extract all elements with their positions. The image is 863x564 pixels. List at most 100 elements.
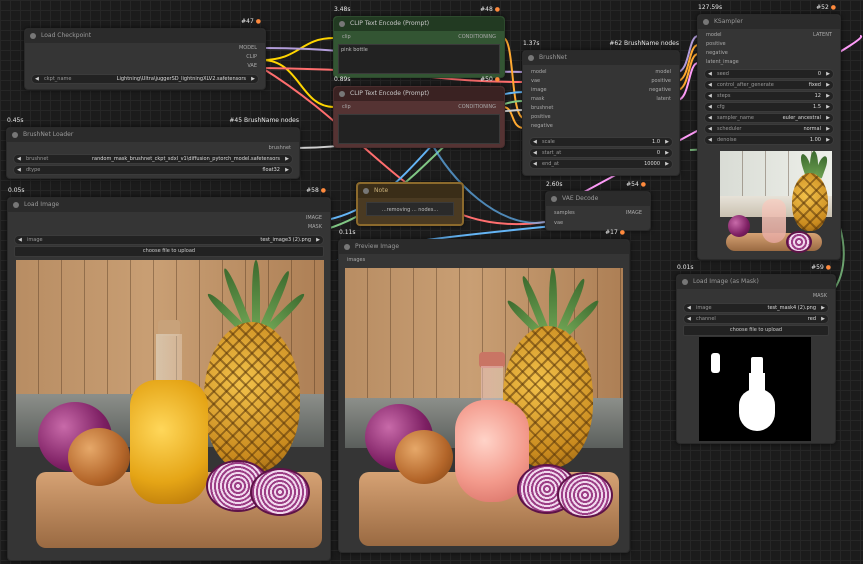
node-header[interactable]: BrushNet Loader bbox=[7, 128, 299, 142]
arrow-right-icon[interactable]: ▶ bbox=[251, 75, 255, 83]
input-mask[interactable]: mask bbox=[531, 96, 544, 102]
arrow-right-icon[interactable]: ▶ bbox=[821, 304, 825, 312]
input-images[interactable]: images bbox=[347, 257, 365, 263]
arrow-left-icon[interactable]: ◀ bbox=[17, 155, 21, 163]
arrow-right-icon[interactable]: ▶ bbox=[316, 236, 320, 244]
channel-combo[interactable]: ◀ channel red ▶ bbox=[683, 314, 829, 324]
upload-button[interactable]: choose file to upload bbox=[683, 325, 829, 336]
arrow-left-icon[interactable]: ◀ bbox=[687, 315, 691, 323]
input-negative[interactable]: negative bbox=[531, 123, 553, 129]
output-latent[interactable]: latent bbox=[656, 96, 671, 102]
start-at-number[interactable]: ◀ start_at 0 ▶ bbox=[529, 148, 673, 158]
arrow-right-icon[interactable]: ▶ bbox=[665, 138, 669, 146]
arrow-right-icon[interactable]: ▶ bbox=[826, 136, 830, 144]
seed-number[interactable]: ◀ seed 0 ▶ bbox=[704, 69, 834, 79]
input-model[interactable]: model bbox=[706, 32, 722, 38]
input-model[interactable]: model bbox=[531, 69, 547, 75]
node-header[interactable]: Load Image bbox=[8, 198, 330, 212]
output-mask[interactable]: MASK bbox=[813, 293, 827, 299]
arrow-right-icon[interactable]: ▶ bbox=[826, 70, 830, 78]
output-model[interactable]: model bbox=[655, 69, 671, 75]
node-header[interactable]: BrushNet bbox=[523, 51, 679, 65]
collapse-dot-icon[interactable] bbox=[703, 19, 709, 25]
collapse-dot-icon[interactable] bbox=[30, 33, 36, 39]
brushnet-model-combo[interactable]: ◀ brushnet random_mask_brushnet_ckpt_sdxl_… bbox=[13, 154, 293, 164]
output-conditioning[interactable]: CONDITIONING bbox=[458, 34, 496, 40]
input-negative[interactable]: negative bbox=[706, 50, 728, 56]
denoise-number[interactable]: ◀ denoise 1.00 ▶ bbox=[704, 135, 834, 145]
input-samples[interactable]: samples bbox=[554, 210, 575, 216]
arrow-left-icon[interactable]: ◀ bbox=[533, 138, 537, 146]
output-latent[interactable]: LATENT bbox=[813, 32, 832, 38]
arrow-left-icon[interactable]: ◀ bbox=[533, 160, 537, 168]
node-vae-decode[interactable]: VAE Decode 2.60s #54 ● samples vae IMAGE bbox=[545, 181, 651, 231]
collapse-dot-icon[interactable] bbox=[344, 244, 350, 250]
arrow-right-icon[interactable]: ▶ bbox=[285, 155, 289, 163]
node-header[interactable]: Load Checkpoint bbox=[25, 29, 265, 43]
arrow-left-icon[interactable]: ◀ bbox=[18, 236, 22, 244]
note-text[interactable]: ...removing ... nodes... bbox=[366, 202, 454, 216]
node-header[interactable]: CLIP Text Encode (Prompt) bbox=[334, 17, 504, 31]
arrow-left-icon[interactable]: ◀ bbox=[708, 70, 712, 78]
cfg-number[interactable]: ◀ cfg 1.5 ▶ bbox=[704, 102, 834, 112]
output-conditioning[interactable]: CONDITIONING bbox=[458, 104, 496, 110]
node-header[interactable]: Note bbox=[358, 184, 462, 198]
input-positive[interactable]: positive bbox=[706, 41, 726, 47]
input-clip[interactable]: clip bbox=[342, 104, 351, 110]
image-file-combo[interactable]: ◀ image test_image3 (2).png ▶ bbox=[14, 235, 324, 245]
input-brushnet[interactable]: brushnet bbox=[531, 105, 553, 111]
scheduler-combo[interactable]: ◀ scheduler normal ▶ bbox=[704, 124, 834, 134]
arrow-right-icon[interactable]: ▶ bbox=[826, 125, 830, 133]
input-positive[interactable]: positive bbox=[531, 114, 551, 120]
arrow-left-icon[interactable]: ◀ bbox=[708, 81, 712, 89]
prompt-textarea[interactable]: pink bottle bbox=[338, 44, 500, 74]
collapse-dot-icon[interactable] bbox=[363, 188, 369, 194]
arrow-right-icon[interactable]: ▶ bbox=[821, 315, 825, 323]
collapse-dot-icon[interactable] bbox=[12, 132, 18, 138]
arrow-right-icon[interactable]: ▶ bbox=[826, 114, 830, 122]
output-mask[interactable]: MASK bbox=[308, 224, 322, 230]
scale-number[interactable]: ◀ scale 1.0 ▶ bbox=[529, 137, 673, 147]
arrow-right-icon[interactable]: ▶ bbox=[665, 160, 669, 168]
sampler-name-combo[interactable]: ◀ sampler_name euler_ancestral ▶ bbox=[704, 113, 834, 123]
collapse-dot-icon[interactable] bbox=[551, 196, 557, 202]
node-header[interactable]: Preview Image bbox=[339, 240, 629, 254]
node-clip-text-negative[interactable]: CLIP Text Encode (Prompt) 0.89s #50 ● cl… bbox=[333, 76, 505, 148]
node-load-checkpoint[interactable]: Load Checkpoint #47 ● MODEL CLIP VAE ◀ c… bbox=[24, 18, 266, 90]
collapse-dot-icon[interactable] bbox=[339, 21, 345, 27]
node-load-image-mask[interactable]: Load Image (as Mask) 0.01s #59 ● MASK ◀ i… bbox=[676, 264, 836, 444]
dtype-combo[interactable]: ◀ dtype float32 ▶ bbox=[13, 165, 293, 175]
arrow-left-icon[interactable]: ◀ bbox=[708, 136, 712, 144]
input-vae[interactable]: vae bbox=[554, 220, 563, 226]
collapse-dot-icon[interactable] bbox=[339, 91, 345, 97]
arrow-right-icon[interactable]: ▶ bbox=[285, 166, 289, 174]
input-image[interactable]: image bbox=[531, 87, 547, 93]
output-clip[interactable]: CLIP bbox=[246, 54, 257, 60]
arrow-right-icon[interactable]: ▶ bbox=[826, 81, 830, 89]
output-brushnet[interactable]: brushnet bbox=[269, 145, 291, 151]
output-image[interactable]: IMAGE bbox=[306, 215, 322, 221]
prompt-textarea[interactable] bbox=[338, 114, 500, 144]
mask-image-combo[interactable]: ◀ image test_mask4 (2).png ▶ bbox=[683, 303, 829, 313]
node-header[interactable]: Load Image (as Mask) bbox=[677, 275, 835, 289]
node-note[interactable]: Note ...removing ... nodes... bbox=[356, 182, 464, 226]
arrow-right-icon[interactable]: ▶ bbox=[826, 92, 830, 100]
output-negative[interactable]: negative bbox=[649, 87, 671, 93]
node-header[interactable]: CLIP Text Encode (Prompt) bbox=[334, 87, 504, 101]
output-image[interactable]: IMAGE bbox=[626, 210, 642, 216]
arrow-left-icon[interactable]: ◀ bbox=[687, 304, 691, 312]
output-model[interactable]: MODEL bbox=[239, 45, 257, 51]
arrow-right-icon[interactable]: ▶ bbox=[665, 149, 669, 157]
arrow-left-icon[interactable]: ◀ bbox=[35, 75, 39, 83]
input-vae[interactable]: vae bbox=[531, 78, 540, 84]
steps-number[interactable]: ◀ steps 12 ▶ bbox=[704, 91, 834, 101]
ckpt-name-combo[interactable]: ◀ ckpt_name Lightning\Ultra\juggerSD_lig… bbox=[31, 74, 259, 84]
node-preview-image[interactable]: Preview Image 0.11s #17 ● images bbox=[338, 229, 630, 553]
output-positive[interactable]: positive bbox=[651, 78, 671, 84]
node-clip-text-positive[interactable]: CLIP Text Encode (Prompt) 3.48s #48 ● cl… bbox=[333, 6, 505, 78]
arrow-left-icon[interactable]: ◀ bbox=[708, 103, 712, 111]
upload-button[interactable]: choose file to upload bbox=[14, 246, 324, 257]
collapse-dot-icon[interactable] bbox=[528, 55, 534, 61]
collapse-dot-icon[interactable] bbox=[682, 279, 688, 285]
node-header[interactable]: VAE Decode bbox=[546, 192, 650, 206]
